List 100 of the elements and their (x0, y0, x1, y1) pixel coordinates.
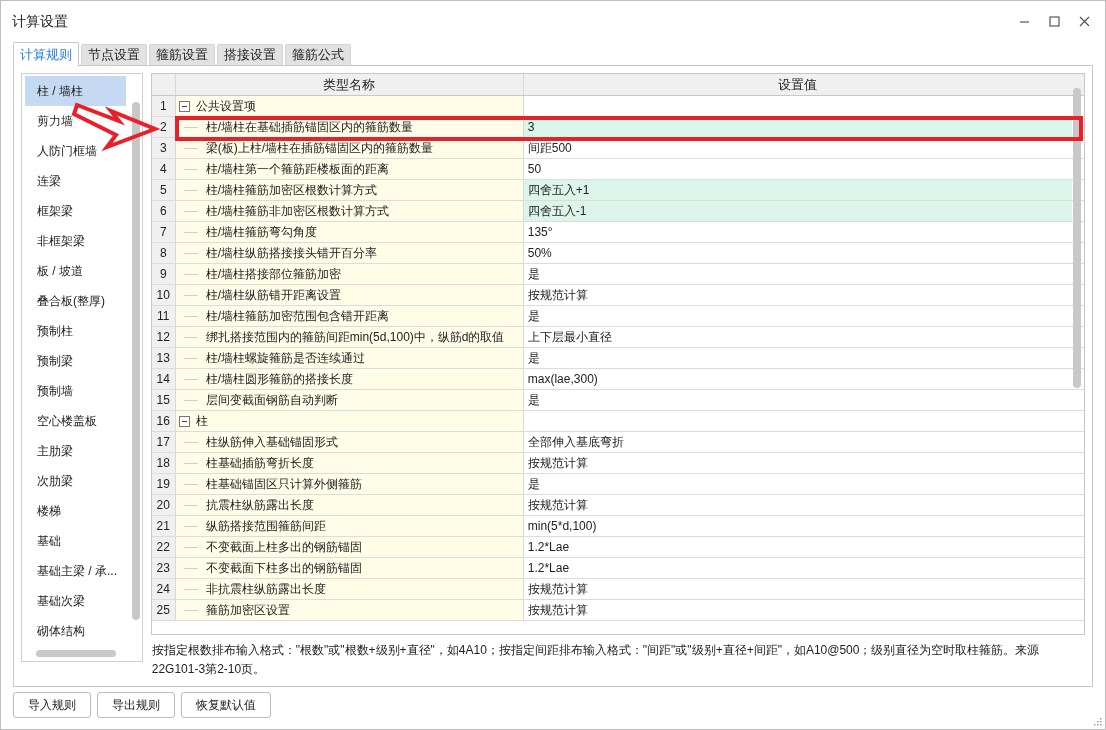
setting-name: 柱/墙柱箍筋加密区根数计算方式 (205, 182, 378, 199)
close-icon (1078, 15, 1090, 27)
row-number: 18 (151, 453, 176, 473)
tree-line (183, 525, 198, 527)
tree-line (183, 336, 198, 338)
row-number: 20 (151, 495, 176, 515)
category-item[interactable]: 楼梯 (25, 496, 126, 526)
category-item[interactable]: 柱 / 墙柱 (25, 76, 126, 106)
row-number: 25 (151, 600, 176, 620)
row-number: 16 (151, 411, 176, 431)
tab[interactable]: 搭接设置 (217, 44, 283, 65)
tab[interactable]: 计算规则 (13, 42, 79, 66)
setting-name: 柱/墙柱箍筋加密范围包含错开距离 (205, 308, 390, 325)
category-item[interactable]: 主肋梁 (25, 436, 126, 466)
category-item[interactable]: 框架梁 (25, 196, 126, 226)
category-item[interactable]: 预制柱 (25, 316, 126, 346)
category-item[interactable]: 基础 (25, 526, 126, 556)
category-item[interactable]: 基础主梁 / 承... (25, 556, 126, 586)
tree-line (183, 147, 198, 149)
tree-line (183, 273, 198, 275)
tree-line (183, 441, 198, 443)
row-number: 8 (151, 243, 176, 263)
category-item[interactable]: 板 / 坡道 (25, 256, 126, 286)
setting-name: 不变截面上柱多出的钢筋锚固 (205, 539, 362, 556)
setting-name: 柱/墙柱搭接部位箍筋加密 (205, 266, 342, 283)
tree-line (183, 546, 198, 548)
action-button[interactable]: 恢复默认值 (181, 692, 271, 718)
setting-name: 绑扎搭接范围内的箍筋间距min(5d,100)中，纵筋d的取值 (205, 329, 505, 346)
row-number: 9 (151, 264, 176, 284)
category-item[interactable]: 连梁 (25, 166, 126, 196)
tree-line (183, 609, 198, 611)
category-item[interactable]: 砌体结构 (25, 616, 126, 646)
tree-line (183, 399, 198, 401)
tree-line (183, 294, 198, 296)
row-number: 19 (151, 474, 176, 494)
category-item[interactable]: 预制梁 (25, 346, 126, 376)
maximize-icon (1048, 15, 1060, 27)
scrollbar[interactable] (131, 102, 140, 620)
scrollbar[interactable] (1073, 88, 1081, 388)
tree-line (183, 126, 198, 128)
category-item[interactable]: 剪力墙 (25, 106, 126, 136)
setting-name: 柱/墙柱第一个箍筋距楼板面的距离 (205, 161, 390, 178)
setting-name: 层间变截面钢筋自动判断 (205, 392, 338, 409)
row-number: 21 (151, 516, 176, 536)
tree-line (183, 315, 198, 317)
category-item[interactable]: 人防门框墙 (25, 136, 126, 166)
setting-name: 梁(板)上柱/墙柱在插筋锚固区内的箍筋数量 (205, 140, 434, 157)
row-number: 22 (151, 537, 176, 557)
row-number: 6 (151, 201, 176, 221)
tree-line (183, 378, 198, 380)
row-number: 13 (151, 348, 176, 368)
collapse-toggle[interactable] (178, 100, 190, 112)
column-header: 设置值 (777, 75, 819, 94)
tab[interactable]: 箍筋设置 (149, 44, 215, 65)
category-item[interactable]: 叠合板(整厚) (25, 286, 126, 316)
category-item[interactable]: 非框架梁 (25, 226, 126, 256)
action-button[interactable]: 导出规则 (97, 692, 175, 718)
row-number: 24 (151, 579, 176, 599)
setting-name: 柱/墙柱在基础插筋锚固区内的箍筋数量 (205, 119, 414, 136)
tab[interactable]: 节点设置 (81, 44, 147, 65)
setting-name: 柱/墙柱螺旋箍筋是否连续通过 (205, 350, 366, 367)
row-number: 4 (151, 159, 176, 179)
row-number: 11 (151, 306, 176, 326)
tree-line (183, 462, 198, 464)
row-number: 1 (151, 96, 176, 116)
window-title: 计算设置 (12, 11, 68, 31)
row-number: 3 (151, 138, 176, 158)
column-header: 类型名称 (175, 74, 524, 95)
row-number: 7 (151, 222, 176, 242)
tree-line (183, 168, 198, 170)
action-button[interactable]: 导入规则 (13, 692, 91, 718)
value-cell[interactable]: 四舍五入+1 (523, 180, 1072, 200)
tab[interactable]: 箍筋公式 (285, 44, 351, 65)
setting-name: 不变截面下柱多出的钢筋锚固 (205, 560, 362, 577)
setting-name: 柱/墙柱纵筋搭接接头错开百分率 (205, 245, 378, 262)
category-item[interactable]: 次肋梁 (25, 466, 126, 496)
tree-line (183, 252, 198, 254)
row-number: 17 (151, 432, 176, 452)
category-item[interactable]: 空心楼盖板 (25, 406, 126, 436)
setting-name: 柱/墙柱箍筋弯勾角度 (205, 224, 318, 241)
group-label: 公共设置项 (195, 98, 256, 115)
row-number: 12 (151, 327, 176, 347)
setting-name: 柱/墙柱箍筋非加密区根数计算方式 (205, 203, 390, 220)
setting-name: 柱纵筋伸入基础锚固形式 (205, 434, 338, 451)
row-number: 15 (151, 390, 176, 410)
setting-name: 柱/墙柱纵筋错开距离设置 (205, 287, 342, 304)
collapse-toggle[interactable] (178, 415, 190, 427)
row-number: 5 (151, 180, 176, 200)
setting-name: 柱基础锚固区只计算外侧箍筋 (205, 476, 362, 493)
category-item[interactable]: 预制墙 (25, 376, 126, 406)
tree-line (183, 567, 198, 569)
category-item[interactable]: 基础次梁 (25, 586, 126, 616)
tree-line (183, 504, 198, 506)
setting-name: 纵筋搭接范围箍筋间距 (205, 518, 326, 535)
setting-name: 柱/墙柱圆形箍筋的搭接长度 (205, 371, 354, 388)
scrollbar[interactable] (36, 650, 116, 657)
row-number: 2 (151, 117, 176, 137)
value-cell[interactable]: 四舍五入-1 (523, 201, 1072, 221)
tree-line (183, 588, 198, 590)
setting-name: 柱基础插筋弯折长度 (205, 455, 314, 472)
